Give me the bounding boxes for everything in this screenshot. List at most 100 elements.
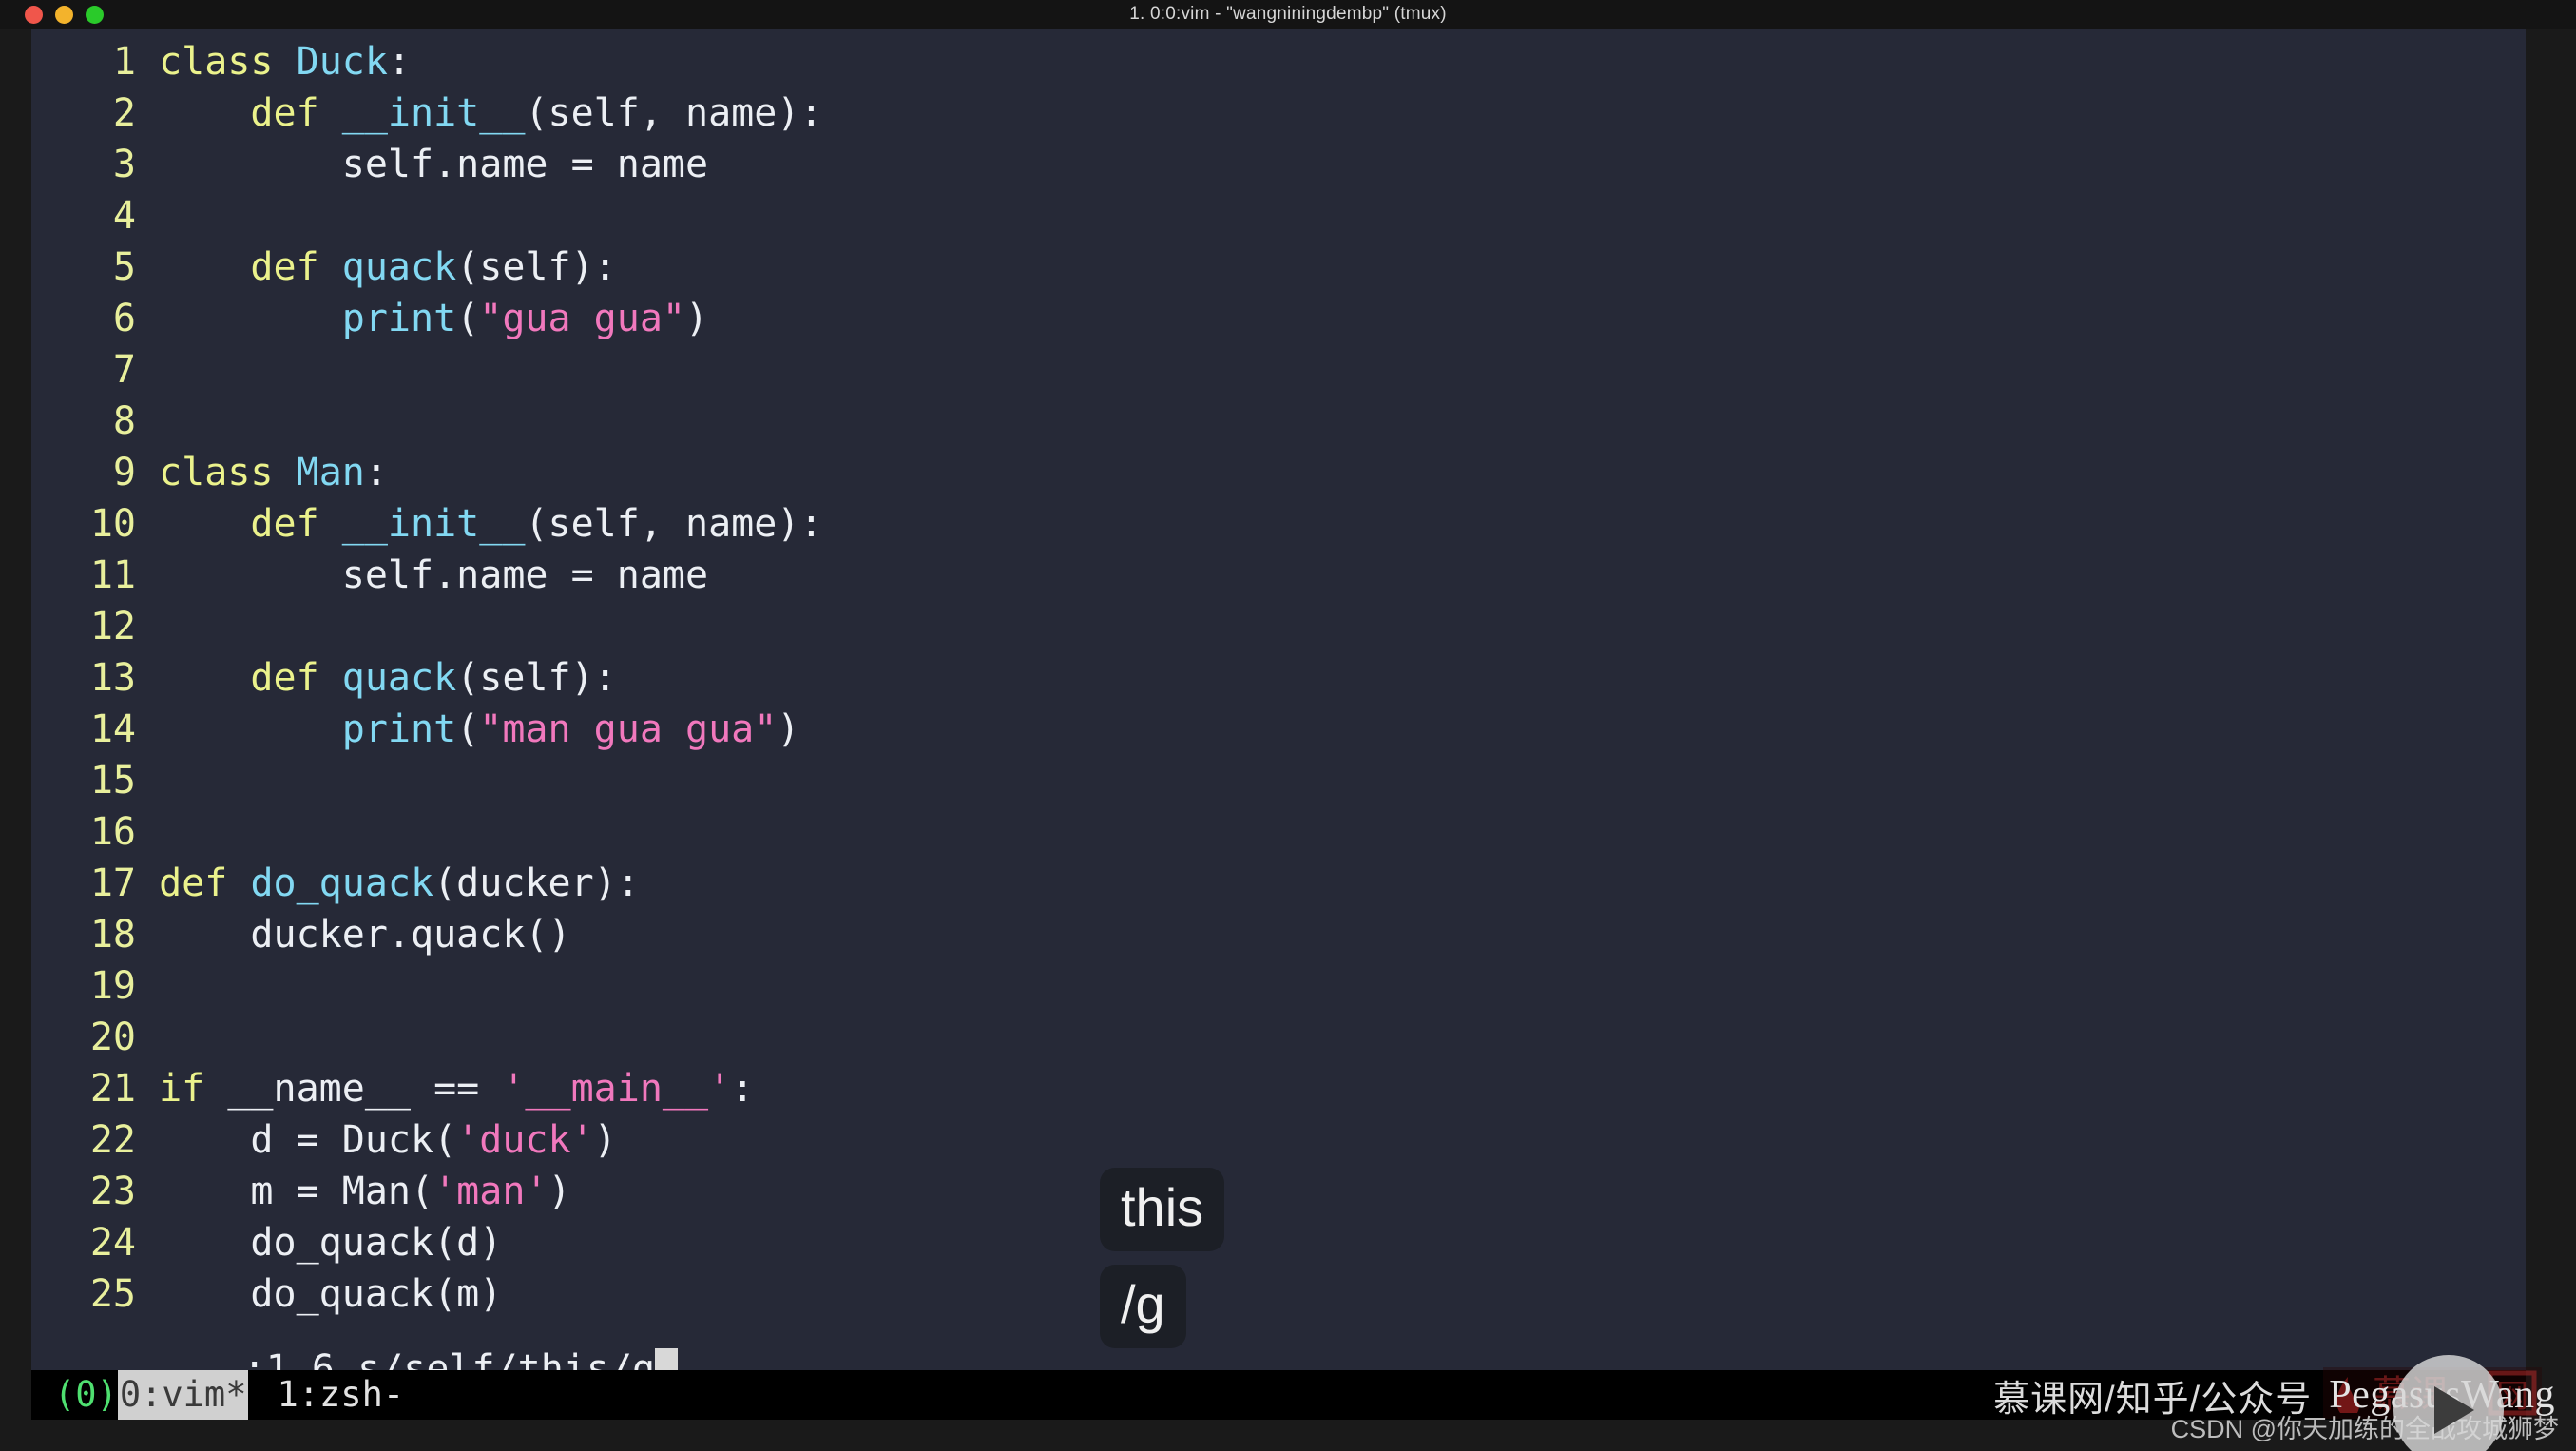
code-line[interactable]: 6 print("gua gua") xyxy=(31,293,2526,344)
code-line[interactable]: 1 class Duck: xyxy=(31,36,2526,87)
code-line[interactable]: 22 d = Duck('duck') xyxy=(31,1114,2526,1166)
code-token: ) xyxy=(548,1170,571,1213)
code-token: def xyxy=(250,656,319,700)
code-line[interactable]: 17 def do_quack(ducker): xyxy=(31,858,2526,909)
code-line[interactable]: 10 def __init__(self, name): xyxy=(31,498,2526,550)
code-text: m = Man('man') xyxy=(136,1170,571,1213)
code-token: __init__ xyxy=(341,91,526,135)
line-number: 12 xyxy=(89,605,136,648)
line-number: 16 xyxy=(89,810,136,854)
code-token: self.name = name xyxy=(159,143,709,186)
tmux-session-label[interactable]: (0) xyxy=(54,1370,118,1420)
code-token: do_quack(d) xyxy=(159,1221,503,1265)
code-line[interactable]: 11 self.name = name xyxy=(31,550,2526,601)
line-number: 7 xyxy=(112,348,136,392)
code-token: "gua gua" xyxy=(479,297,686,340)
tmux-status-left: (0) 0:vim* 1:zsh- xyxy=(31,1370,404,1420)
line-number: 24 xyxy=(89,1221,136,1265)
code-text: class Man: xyxy=(136,451,388,494)
code-line[interactable]: 3 self.name = name xyxy=(31,139,2526,190)
code-text: self.name = name xyxy=(136,553,708,597)
code-token: (self): xyxy=(456,656,617,700)
code-token: def xyxy=(250,502,319,546)
code-token: do_quack xyxy=(250,861,434,905)
code-token: : xyxy=(731,1067,755,1111)
code-text: def quack(self): xyxy=(136,656,617,700)
code-line[interactable]: 9 class Man: xyxy=(31,447,2526,498)
line-number: 4 xyxy=(112,194,136,238)
code-buffer[interactable]: 1 class Duck: 2 def __init__(self, name):… xyxy=(31,36,2526,1320)
code-line[interactable]: 12 xyxy=(31,601,2526,652)
tmux-window-zsh[interactable]: 1:zsh- xyxy=(248,1370,404,1420)
code-token: : xyxy=(387,40,412,84)
code-token: (self, name): xyxy=(525,91,823,135)
code-line[interactable]: 13 def quack(self): xyxy=(31,652,2526,704)
vim-command-text: :1,6 s/self/this/g xyxy=(242,1347,656,1370)
tmux-window-vim[interactable]: 0:vim* xyxy=(117,1370,249,1420)
keycast-chip: this xyxy=(1100,1168,1225,1251)
code-token: "man gua gua" xyxy=(479,707,778,751)
code-line[interactable]: 5 def quack(self): xyxy=(31,242,2526,293)
code-token: quack xyxy=(341,656,457,700)
code-token: class xyxy=(159,451,274,494)
code-token: ) xyxy=(593,1118,617,1162)
code-line[interactable]: 19 xyxy=(31,960,2526,1012)
code-line[interactable]: 20 xyxy=(31,1012,2526,1063)
code-line[interactable]: 7 xyxy=(31,344,2526,396)
line-number: 21 xyxy=(89,1067,136,1111)
code-text: ducker.quack() xyxy=(136,913,570,957)
keycast-chip: /g xyxy=(1100,1265,1186,1348)
code-token: Man xyxy=(296,451,365,494)
code-line[interactable]: 4 xyxy=(31,190,2526,242)
code-token: ) xyxy=(777,707,800,751)
line-number: 19 xyxy=(89,964,136,1008)
code-line[interactable]: 14 print("man gua gua") xyxy=(31,704,2526,755)
code-token: (self, name): xyxy=(525,502,823,546)
code-token: def xyxy=(250,245,319,289)
code-token: if xyxy=(159,1067,205,1111)
code-line[interactable]: 23 m = Man('man') xyxy=(31,1166,2526,1217)
line-number: 5 xyxy=(112,245,136,289)
code-line[interactable]: 24 do_quack(d) xyxy=(31,1217,2526,1268)
terminal-frame: 1 class Duck: 2 def __init__(self, name):… xyxy=(0,29,2576,1451)
code-text: class Duck: xyxy=(136,40,411,84)
code-token: ( xyxy=(456,297,480,340)
vim-command-line[interactable]: :1,6 s/self/this/g xyxy=(31,1292,2526,1370)
code-line[interactable]: 16 xyxy=(31,806,2526,858)
line-number: 10 xyxy=(89,502,136,546)
code-text: d = Duck('duck') xyxy=(136,1118,617,1162)
code-token: __init__ xyxy=(341,502,526,546)
vim-editor-pane[interactable]: 1 class Duck: 2 def __init__(self, name):… xyxy=(31,29,2526,1370)
screen: 1. 0:0:vim - "wangniningdembp" (tmux) 1 … xyxy=(0,0,2576,1451)
code-line[interactable]: 2 def __init__(self, name): xyxy=(31,87,2526,139)
code-text: def __init__(self, name): xyxy=(136,91,823,135)
code-line[interactable]: 8 xyxy=(31,396,2526,447)
code-text: print("gua gua") xyxy=(136,297,708,340)
line-number: 17 xyxy=(89,861,136,905)
code-token: class xyxy=(159,40,274,84)
code-line[interactable]: 15 xyxy=(31,755,2526,806)
line-number: 14 xyxy=(89,707,136,751)
line-number: 6 xyxy=(112,297,136,340)
code-token: 'duck' xyxy=(456,1118,594,1162)
code-token: Duck xyxy=(296,40,388,84)
code-token: '__main__' xyxy=(502,1067,732,1111)
code-text: do_quack(d) xyxy=(136,1221,502,1265)
code-line[interactable]: 18 ducker.quack() xyxy=(31,909,2526,960)
code-token: __name__ == xyxy=(204,1067,503,1111)
line-number: 23 xyxy=(89,1170,136,1213)
code-line[interactable]: 21 if __name__ == '__main__': xyxy=(31,1063,2526,1114)
line-number: 8 xyxy=(112,399,136,443)
code-token: d = Duck( xyxy=(159,1118,457,1162)
